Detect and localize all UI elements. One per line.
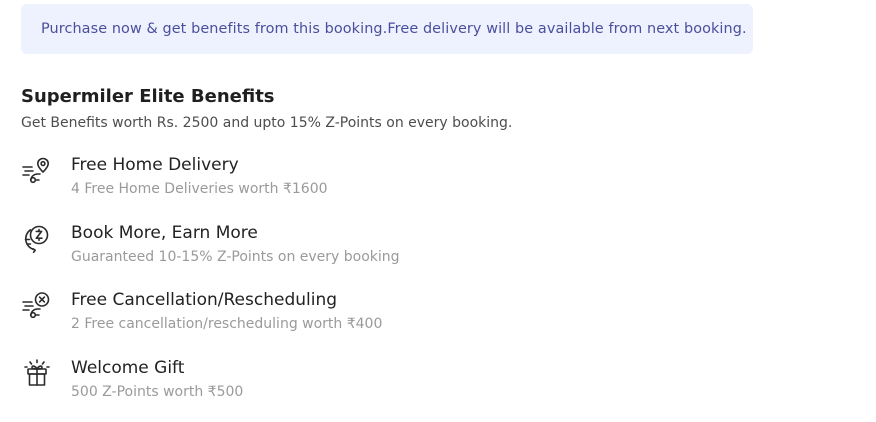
benefits-section: Supermiler Elite Benefits Get Benefits w… xyxy=(21,84,781,132)
benefits-page: Purchase now & get benefits from this bo… xyxy=(0,0,876,422)
benefit-title: Welcome Gift xyxy=(71,358,185,378)
benefit-title: Book More, Earn More xyxy=(71,223,258,243)
earn-points-icon xyxy=(21,222,53,254)
benefit-item-home-delivery: Free Home Delivery 4 Free Home Deliverie… xyxy=(21,154,721,204)
info-banner: Purchase now & get benefits from this bo… xyxy=(21,4,753,54)
benefit-item-cancellation: Free Cancellation/Rescheduling 2 Free ca… xyxy=(21,289,721,339)
benefit-item-earn-more: Book More, Earn More Guaranteed 10-15% Z… xyxy=(21,222,721,272)
benefit-description: 2 Free cancellation/rescheduling worth ₹… xyxy=(71,316,383,332)
benefit-item-welcome-gift: Welcome Gift 500 Z-Points worth ₹500 xyxy=(21,357,721,407)
benefit-description: 500 Z-Points worth ₹500 xyxy=(71,384,244,400)
gift-icon xyxy=(21,357,53,389)
section-title: Supermiler Elite Benefits xyxy=(21,86,275,107)
benefit-title: Free Cancellation/Rescheduling xyxy=(71,290,338,310)
benefit-description: Guaranteed 10-15% Z-Points on every book… xyxy=(71,249,400,265)
section-subtitle: Get Benefits worth Rs. 2500 and upto 15%… xyxy=(21,115,513,131)
cancellation-icon xyxy=(21,289,53,321)
info-banner-text: Purchase now & get benefits from this bo… xyxy=(41,21,747,37)
delivery-location-icon xyxy=(21,154,53,186)
benefit-description: 4 Free Home Deliveries worth ₹1600 xyxy=(71,181,328,197)
benefit-title: Free Home Delivery xyxy=(71,155,239,175)
